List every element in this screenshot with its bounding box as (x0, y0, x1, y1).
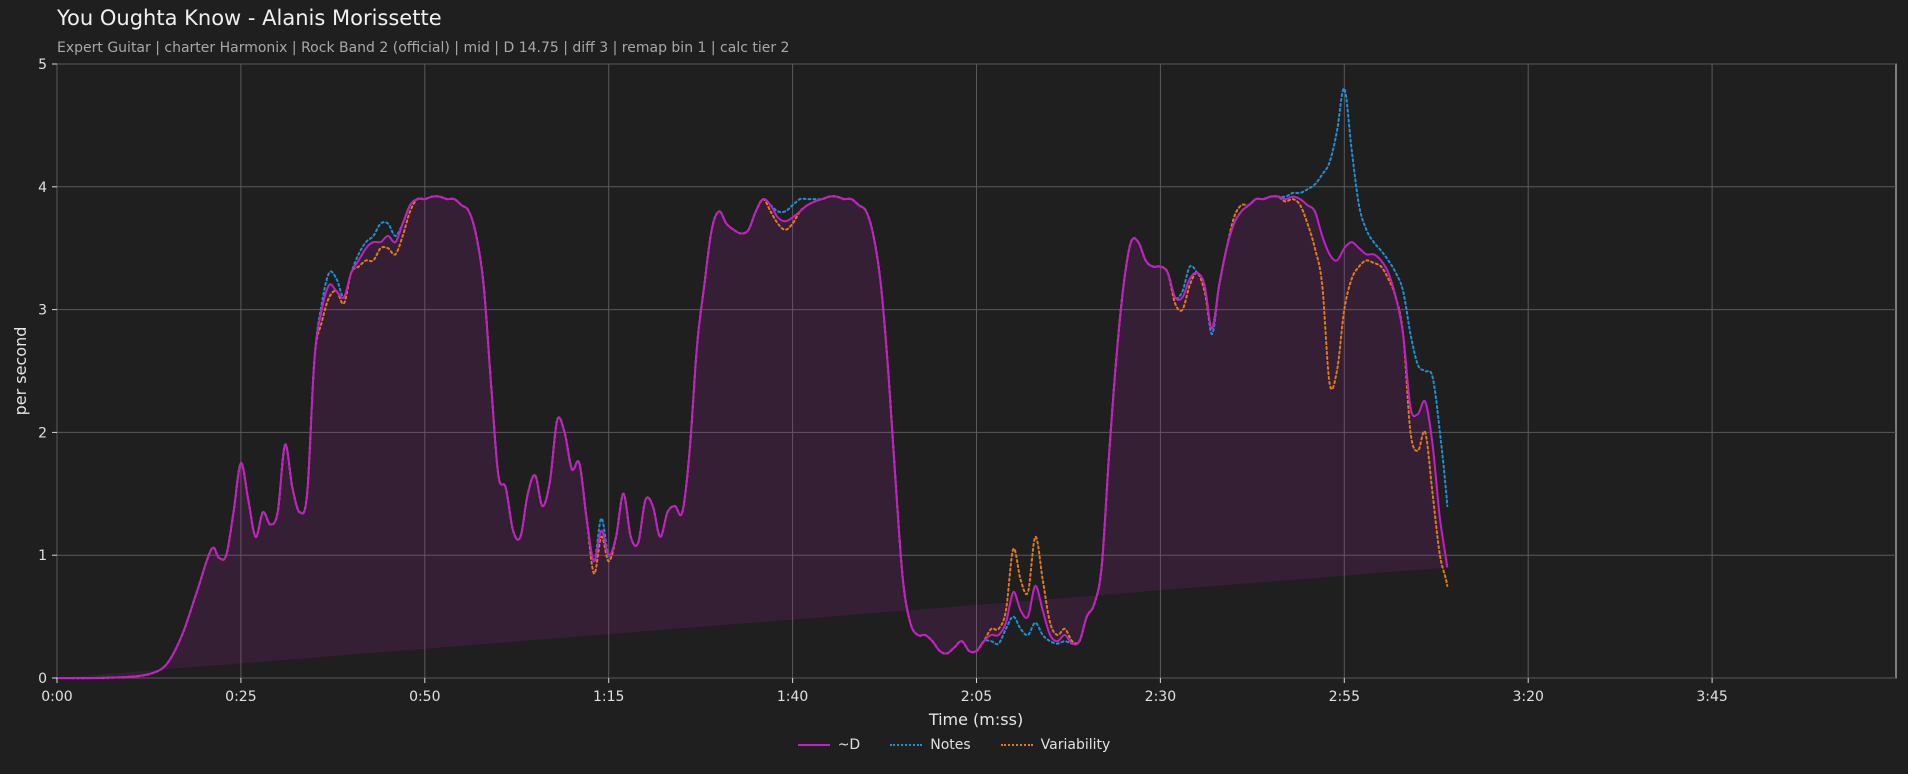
legend-label: Notes (930, 737, 971, 753)
legend: ~D Notes Variability (0, 737, 1908, 753)
legend-swatch (890, 744, 923, 746)
legend-item: Notes (890, 737, 971, 753)
x-tick-label: 2:55 (1329, 689, 1360, 705)
x-tick-label: 0:00 (41, 689, 72, 705)
legend-swatch (1000, 744, 1033, 746)
x-tick-label: 1:40 (777, 689, 808, 705)
y-axis-label: per second (11, 327, 30, 416)
x-axis-label: Time (m:ss) (928, 710, 1023, 729)
y-axis-ticks: 0 1 2 3 4 5 (38, 57, 57, 687)
legend-item: Variability (1000, 737, 1111, 753)
legend-label: ~D (837, 737, 861, 753)
x-tick-label: 2:30 (1145, 689, 1176, 705)
legend-item: ~D (797, 737, 861, 753)
x-tick-label: 3:45 (1696, 689, 1727, 705)
legend-label: Variability (1040, 737, 1111, 753)
y-tick-label: 1 (38, 548, 47, 564)
line-chart: 0:00 0:25 0:50 1:15 1:40 2:05 2:30 2:55 3:20 3:45… (11, 57, 1897, 729)
y-tick-label: 0 (38, 671, 47, 687)
x-tick-label: 2:05 (961, 689, 992, 705)
x-tick-label: 0:25 (225, 689, 256, 705)
x-tick-label: 0:50 (409, 689, 440, 705)
legend-swatch (797, 744, 830, 746)
x-tick-label: 1:15 (593, 689, 624, 705)
y-tick-label: 2 (38, 425, 47, 441)
y-tick-label: 4 (38, 180, 47, 196)
x-tick-label: 3:20 (1512, 689, 1543, 705)
x-axis-ticks: 0:00 0:25 0:50 1:15 1:40 2:05 2:30 2:55 3:20 3:45 (41, 678, 1728, 705)
y-tick-label: 5 (38, 57, 47, 73)
y-tick-label: 3 (38, 303, 47, 319)
